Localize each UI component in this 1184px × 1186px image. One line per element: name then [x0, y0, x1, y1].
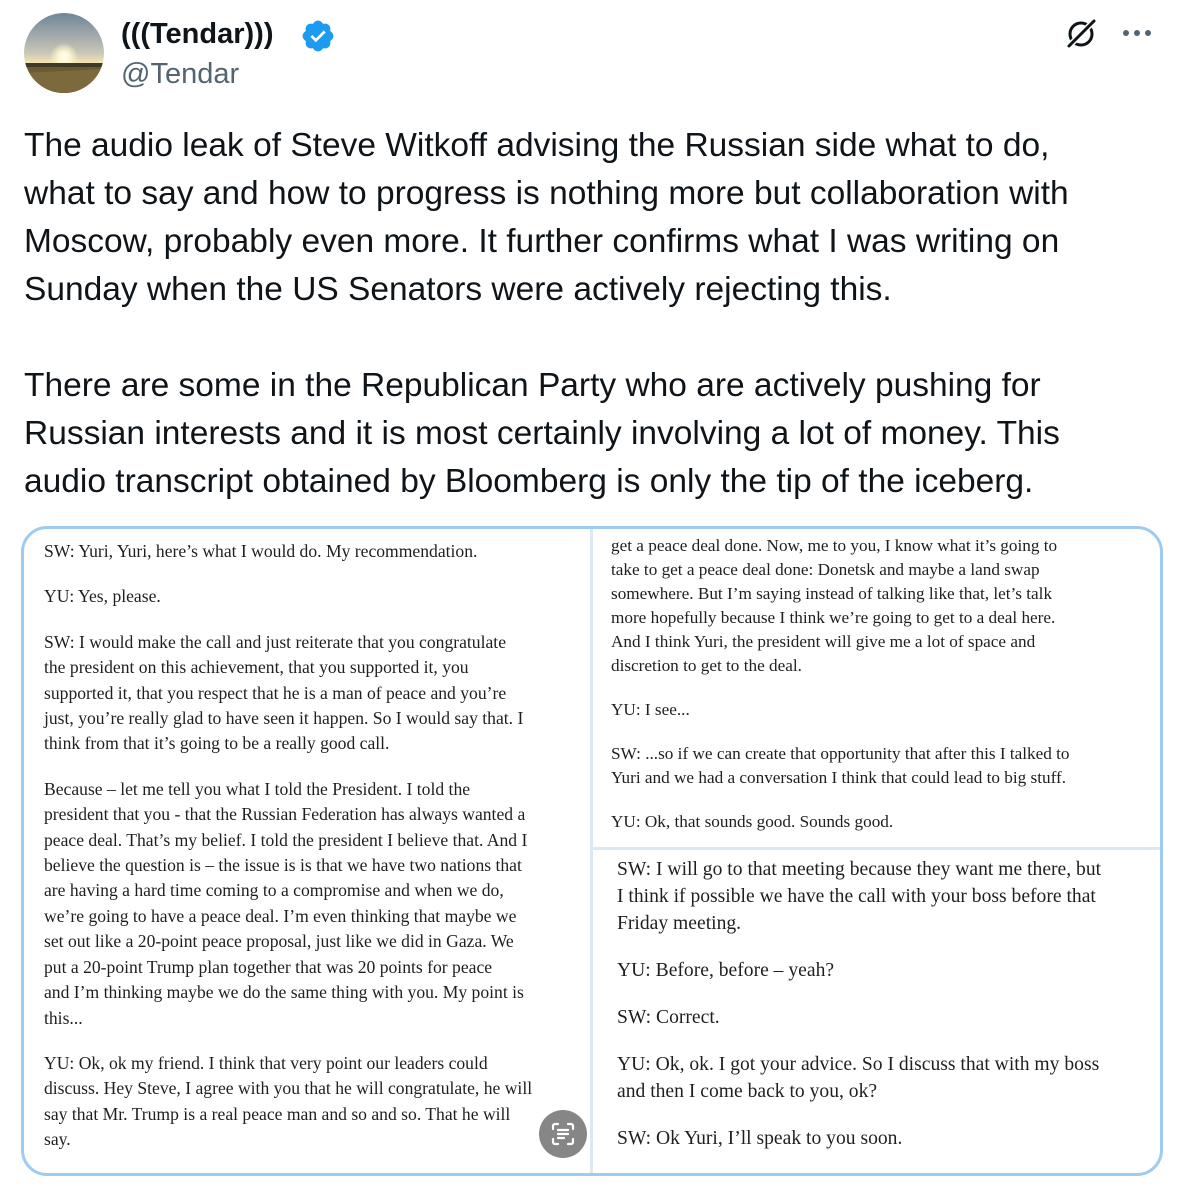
transcript-line: SW: Yuri, Yuri, here’s what I would do. … — [44, 541, 478, 561]
transcript-line: SW: I will go to that meeting because th… — [617, 859, 1102, 934]
author-name[interactable]: (((Tendar))) — [121, 14, 273, 54]
transcript-line: YU: Ok, that sounds good. Sounds good. — [611, 812, 894, 831]
verified-badge-icon — [302, 20, 334, 52]
author-avatar[interactable] — [24, 13, 104, 93]
transcript-line: SW: Ok Yuri, I’ll speak to you soon. — [617, 1128, 903, 1149]
transcript-line: Because – let me tell you what I told th… — [44, 778, 528, 1028]
tweet-paragraph: There are some in the Republican Party w… — [24, 367, 1060, 500]
more-icon[interactable] — [1117, 18, 1157, 48]
author-handle[interactable]: @Tendar — [121, 56, 239, 92]
text-recognition-button[interactable] — [539, 1110, 587, 1158]
text-recognition-icon — [551, 1122, 575, 1146]
transcript-line: get a peace deal done. Now, me to you, I… — [611, 536, 1058, 675]
transcript-line: YU: Ok, ok my friend. I think that very … — [44, 1052, 533, 1150]
transcript-line: YU: Ok, ok. I got your advice. So I disc… — [617, 1054, 1100, 1102]
transcript-line: SW: ...so if we can create that opportun… — [611, 744, 1070, 787]
tweet-paragraph: The audio leak of Steve Witkoff advising… — [24, 127, 1069, 308]
transcript-right-top: get a peace deal done. Now, me to you, I… — [611, 534, 1103, 834]
attached-image[interactable]: SW: Yuri, Yuri, here’s what I would do. … — [21, 526, 1163, 1176]
transcript-right-bottom: SW: I will go to that meeting because th… — [617, 856, 1137, 1152]
transcript-line: SW: I would make the call and just reite… — [44, 631, 524, 754]
transcript-line: YU: Before, before – yeah? — [617, 960, 835, 981]
column-divider — [590, 529, 593, 1173]
tweet-text: The audio leak of Steve Witkoff advising… — [24, 122, 1164, 506]
transcript-line: YU: Yes, please. — [44, 586, 161, 607]
grok-icon[interactable] — [1063, 16, 1099, 52]
transcript-left-column: SW: Yuri, Yuri, here’s what I would do. … — [44, 539, 579, 1153]
transcript-line: YU: I see... — [611, 700, 690, 719]
transcript-line: SW: Correct. — [617, 1007, 720, 1028]
section-divider — [593, 847, 1160, 850]
